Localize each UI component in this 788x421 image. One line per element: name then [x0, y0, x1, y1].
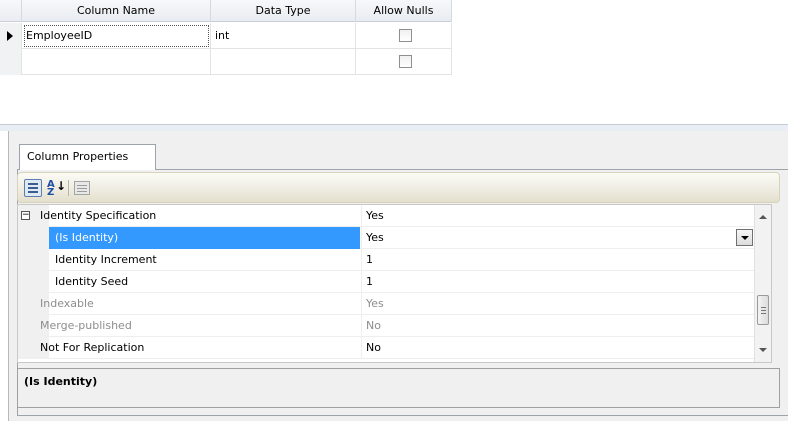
data-type-cell[interactable]	[211, 49, 356, 75]
grid-header: Column Name Data Type Allow Nulls	[0, 0, 452, 22]
property-name: (Is Identity)	[49, 227, 360, 249]
column-grid: Column Name Data Type Allow Nulls Employ…	[0, 0, 788, 131]
header-allow-nulls[interactable]: Allow Nulls	[356, 0, 452, 22]
property-name: Identity Increment	[55, 253, 157, 266]
row-selector[interactable]	[0, 23, 22, 49]
row-selector-header	[0, 0, 22, 22]
property-name: Not For Replication	[40, 341, 145, 354]
table-row[interactable]: EmployeeID int	[0, 23, 452, 49]
allow-nulls-cell[interactable]	[356, 23, 452, 49]
allow-nulls-checkbox[interactable]	[399, 55, 412, 68]
property-row-indexable[interactable]: Indexable Yes	[18, 293, 771, 315]
property-value[interactable]: 1	[361, 249, 771, 271]
data-type-cell[interactable]: int	[211, 23, 356, 49]
scroll-down-icon[interactable]	[759, 348, 767, 352]
collapse-icon[interactable]: −	[21, 211, 30, 220]
scroll-thumb[interactable]	[757, 295, 769, 325]
property-toolbar: A Z ↓	[17, 172, 780, 203]
row-gutter	[18, 227, 49, 249]
description-title: (Is Identity)	[24, 375, 98, 388]
row-gutter	[18, 271, 49, 293]
property-row-identity-seed[interactable]: Identity Seed 1	[18, 271, 771, 293]
column-name-cell[interactable]	[22, 49, 211, 75]
row-gutter	[18, 249, 49, 271]
property-value: Yes	[361, 293, 771, 315]
column-properties-panel: Column Properties A Z ↓ − Identity Speci…	[8, 131, 788, 421]
toolbar-separator	[68, 180, 69, 196]
property-name: Identity Seed	[55, 275, 129, 288]
property-value-text: Yes	[366, 231, 384, 244]
table-row[interactable]	[0, 49, 452, 75]
splitter[interactable]	[0, 124, 788, 131]
allow-nulls-cell[interactable]	[356, 49, 452, 75]
property-value[interactable]: 1	[361, 271, 771, 293]
current-row-arrow-icon	[7, 31, 13, 41]
property-row-merge-published[interactable]: Merge-published No	[18, 315, 771, 337]
property-row-is-identity[interactable]: (Is Identity) Yes	[18, 227, 771, 249]
scroll-up-icon[interactable]	[759, 215, 767, 219]
tab-column-properties[interactable]: Column Properties	[19, 144, 156, 170]
column-name-cell[interactable]: EmployeeID	[22, 23, 211, 49]
property-value[interactable]: Yes	[361, 205, 771, 227]
property-pages-icon[interactable]	[74, 181, 90, 195]
alphabetical-sort-icon[interactable]: A Z ↓	[46, 179, 66, 198]
dropdown-button[interactable]	[736, 229, 753, 246]
description-pane: (Is Identity)	[17, 368, 780, 408]
property-value[interactable]: No	[361, 337, 771, 359]
property-name: Identity Specification	[40, 209, 157, 222]
property-value[interactable]: Yes	[361, 227, 771, 249]
header-column-name[interactable]: Column Name	[22, 0, 211, 22]
property-row-identity-specification[interactable]: − Identity Specification Yes	[18, 205, 771, 227]
allow-nulls-checkbox[interactable]	[399, 29, 412, 42]
row-selector[interactable]	[0, 49, 22, 75]
property-row-identity-increment[interactable]: Identity Increment 1	[18, 249, 771, 271]
property-name: Merge-published	[40, 319, 132, 332]
property-name: Indexable	[40, 297, 94, 310]
property-row-not-for-replication[interactable]: Not For Replication No	[18, 337, 771, 359]
header-data-type[interactable]: Data Type	[211, 0, 356, 22]
property-value: No	[361, 315, 771, 337]
property-grid: − Identity Specification Yes (Is Identit…	[17, 204, 772, 363]
vertical-scrollbar[interactable]	[754, 205, 771, 362]
categorized-icon[interactable]	[24, 179, 42, 197]
